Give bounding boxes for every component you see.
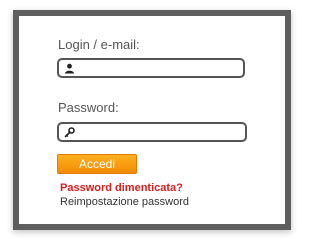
password-field[interactable] xyxy=(57,122,247,142)
password-input[interactable] xyxy=(79,124,241,140)
user-icon xyxy=(65,63,74,74)
login-panel: Login / e-mail: Password: Accedi Passwor… xyxy=(13,10,291,230)
key-icon xyxy=(64,127,75,138)
reset-password-link[interactable]: Reimpostazione password xyxy=(60,196,189,208)
login-label: Login / e-mail: xyxy=(58,37,140,52)
login-field[interactable] xyxy=(57,58,245,78)
forgot-password-link[interactable]: Password dimenticata? xyxy=(60,182,183,194)
login-input[interactable] xyxy=(79,60,239,76)
login-button[interactable]: Accedi xyxy=(57,154,137,174)
password-label: Password: xyxy=(58,100,119,115)
